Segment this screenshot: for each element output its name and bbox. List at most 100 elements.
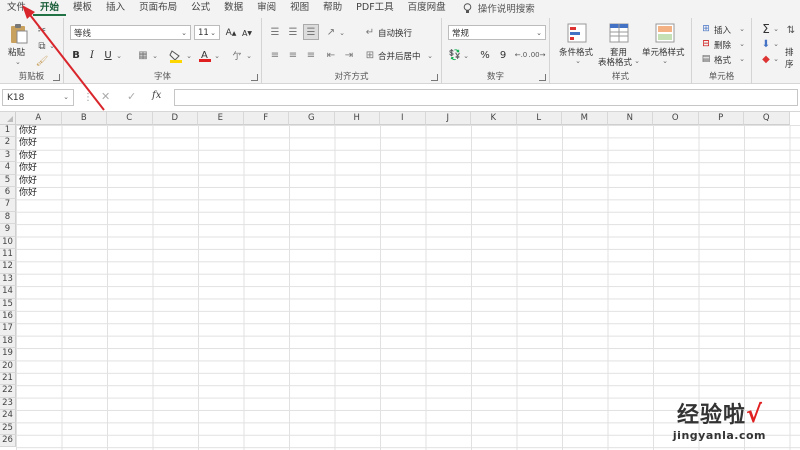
cell-styles-icon[interactable]: [654, 22, 676, 44]
font-size-dropdown-icon[interactable]: ⌄: [210, 29, 216, 37]
tab-2[interactable]: 模板: [66, 0, 99, 16]
row-header[interactable]: 22: [0, 385, 16, 398]
underline-dropdown-icon[interactable]: ⌄: [115, 50, 123, 62]
format-as-table-label-2[interactable]: 表格格式: [598, 56, 632, 68]
insert-icon[interactable]: ⊞: [700, 23, 712, 35]
tab-1[interactable]: 开始: [33, 0, 67, 16]
align-top-icon[interactable]: ☰: [268, 25, 282, 39]
alignment-launcher-icon[interactable]: [431, 74, 438, 81]
tab-6[interactable]: 数据: [217, 0, 250, 16]
merge-dropdown-icon[interactable]: ⌄: [426, 50, 434, 62]
cell-a5[interactable]: 你好: [19, 175, 37, 187]
row-header[interactable]: 14: [0, 286, 16, 299]
column-header[interactable]: A: [16, 112, 62, 125]
insert-dropdown-icon[interactable]: ⌄: [738, 24, 746, 34]
format-button[interactable]: 格式: [714, 54, 731, 66]
sort-filter-button[interactable]: 排序: [785, 46, 800, 70]
copy-dropdown-icon[interactable]: ⌄: [48, 40, 56, 52]
row-header[interactable]: 5: [0, 174, 16, 187]
column-header[interactable]: F: [243, 112, 289, 125]
number-format-dropdown-icon[interactable]: ⌄: [536, 29, 542, 37]
column-header[interactable]: N: [607, 112, 653, 125]
fill-color-dropdown-icon[interactable]: ⌄: [185, 50, 193, 62]
tab-8[interactable]: 视图: [283, 0, 316, 16]
number-launcher-icon[interactable]: [539, 74, 546, 81]
bold-button[interactable]: B: [70, 48, 82, 62]
format-dropdown-icon[interactable]: ⌄: [738, 54, 746, 64]
font-color-dropdown-icon[interactable]: ⌄: [213, 50, 221, 62]
row-header[interactable]: 15: [0, 298, 16, 311]
row-header[interactable]: 24: [0, 410, 16, 423]
align-right-icon[interactable]: ≡: [304, 48, 318, 62]
row-header[interactable]: 6: [0, 187, 16, 200]
tab-10[interactable]: PDF工具: [349, 0, 401, 16]
cell-a6[interactable]: 你好: [19, 187, 37, 199]
font-name-box[interactable]: 等线 ⌄: [70, 25, 191, 40]
autosum-icon[interactable]: Σ: [760, 22, 772, 36]
tab-9[interactable]: 帮助: [316, 0, 349, 16]
row-header[interactable]: 4: [0, 162, 16, 175]
decrease-indent-icon[interactable]: ⇤: [324, 48, 338, 62]
italic-button[interactable]: I: [86, 48, 98, 62]
number-format-box[interactable]: 常规 ⌄: [448, 25, 546, 40]
align-bottom-icon[interactable]: ☰: [303, 24, 319, 40]
percent-button[interactable]: %: [478, 48, 492, 62]
align-middle-icon[interactable]: ☰: [286, 25, 300, 39]
clear-dropdown-icon[interactable]: ⌄: [772, 54, 780, 64]
currency-icon[interactable]: 💱: [448, 48, 462, 62]
border-icon[interactable]: ▦: [136, 48, 150, 62]
name-box[interactable]: K18 ⌄: [2, 89, 74, 106]
copy-icon[interactable]: ⧉: [36, 40, 48, 52]
row-header[interactable]: 1: [0, 125, 16, 138]
align-left-icon[interactable]: ≡: [268, 48, 282, 62]
enter-icon[interactable]: ✓: [127, 90, 136, 103]
column-header[interactable]: K: [471, 112, 517, 125]
column-header[interactable]: H: [334, 112, 380, 125]
clear-icon[interactable]: ◆: [760, 53, 772, 65]
column-header[interactable]: D: [152, 112, 198, 125]
currency-dropdown-icon[interactable]: ⌄: [462, 50, 470, 62]
tab-4[interactable]: 页面布局: [132, 0, 184, 16]
name-box-dropdown-icon[interactable]: ⌄: [63, 93, 69, 101]
row-header[interactable]: 12: [0, 261, 16, 274]
format-as-table-dropdown-icon[interactable]: ⌄: [633, 56, 641, 66]
orientation-dropdown-icon[interactable]: ⌄: [338, 27, 346, 39]
merge-center-button[interactable]: 合并后居中: [378, 50, 421, 62]
column-header[interactable]: C: [107, 112, 153, 125]
decrease-font-icon[interactable]: A ▼: [240, 26, 254, 40]
row-header[interactable]: 18: [0, 335, 16, 349]
autosum-dropdown-icon[interactable]: ⌄: [772, 24, 780, 34]
row-header[interactable]: 20: [0, 360, 16, 373]
format-icon[interactable]: ▤: [700, 53, 712, 65]
row-header[interactable]: 10: [0, 236, 16, 249]
format-painter-icon[interactable]: 🖌: [36, 55, 49, 67]
tab-0[interactable]: 文件: [0, 0, 33, 16]
row-header[interactable]: 9: [0, 224, 16, 237]
delete-icon[interactable]: ⊟: [700, 38, 712, 50]
row-header[interactable]: 16: [0, 311, 16, 324]
fill-icon[interactable]: ⬇: [760, 38, 772, 50]
column-header[interactable]: O: [653, 112, 699, 125]
clipboard-launcher-icon[interactable]: [53, 74, 60, 81]
column-header[interactable]: E: [198, 112, 244, 125]
tab-11[interactable]: 百度网盘: [401, 0, 453, 16]
wrap-text-button[interactable]: 自动换行: [378, 27, 412, 39]
row-header[interactable]: 26: [0, 435, 16, 448]
cancel-icon[interactable]: ✕: [101, 90, 110, 103]
align-center-icon[interactable]: ≡: [286, 48, 300, 62]
font-color-icon[interactable]: A: [198, 47, 212, 63]
tab-5[interactable]: 公式: [184, 0, 217, 16]
delete-dropdown-icon[interactable]: ⌄: [738, 39, 746, 49]
increase-indent-icon[interactable]: ⇥: [342, 48, 356, 62]
fill-dropdown-icon[interactable]: ⌄: [772, 39, 780, 49]
insert-function-button[interactable]: fx: [152, 90, 161, 101]
increase-decimal-icon[interactable]: ←.0: [514, 48, 528, 62]
column-header[interactable]: J: [425, 112, 471, 125]
row-header[interactable]: 23: [0, 397, 16, 411]
select-all-corner[interactable]: [0, 112, 16, 125]
cell-styles-dropdown-icon[interactable]: ⌄: [661, 56, 669, 66]
font-name-dropdown-icon[interactable]: ⌄: [181, 29, 187, 37]
orientation-icon[interactable]: ↗: [324, 25, 338, 39]
fill-color-icon[interactable]: [168, 48, 184, 64]
phonetic-dropdown-icon[interactable]: ⌄: [245, 50, 253, 62]
